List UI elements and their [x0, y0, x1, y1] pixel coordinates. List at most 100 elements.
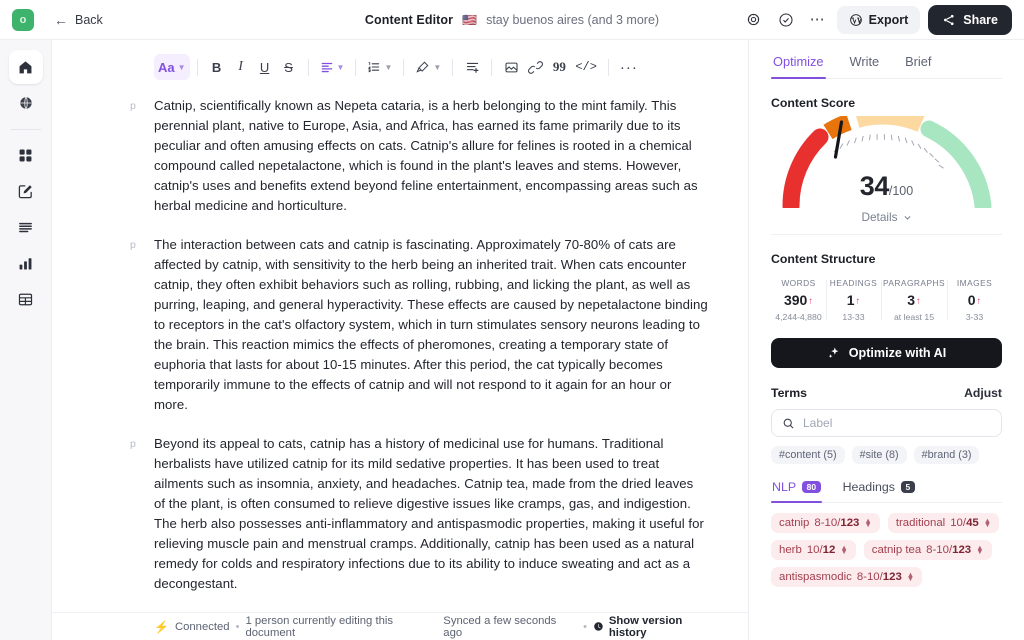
editor-column: Aa ▼ B I U S ▼ ▼ ▼ 99 </> ··· p Catnip, …: [52, 40, 748, 640]
term-label: catnip tea: [871, 544, 922, 556]
document-canvas[interactable]: p Catnip, scientifically known as Nepeta…: [52, 84, 748, 612]
terms-row: herb 10/12 ▲ ▼ catnip tea 8-10/123 ▲ ▼: [771, 540, 1002, 560]
version-history-label: Show version history: [608, 614, 683, 639]
paragraph-tag: p: [130, 100, 136, 112]
code-button[interactable]: </>: [571, 54, 601, 80]
term-stepper[interactable]: ▲ ▼: [864, 517, 871, 529]
status-check-button[interactable]: [773, 7, 799, 33]
tab-nlp[interactable]: NLP 80: [771, 478, 822, 503]
back-button[interactable]: ← Back: [54, 13, 103, 27]
chip-content[interactable]: #content (5): [771, 446, 845, 464]
term-chip-herb[interactable]: herb 10/12 ▲ ▼: [771, 540, 856, 560]
sidebar-item-content-editor[interactable]: [9, 174, 43, 208]
term-label: antispasmodic: [779, 571, 852, 583]
underline-button[interactable]: U: [253, 54, 277, 80]
structure-metric-words: WORDS 390↑ 4,244-4,880: [771, 278, 826, 322]
term-count: 8-10/123: [926, 544, 971, 556]
term-stepper[interactable]: ▲ ▼: [976, 544, 983, 556]
term-count-current: 10/: [950, 517, 967, 529]
highlight-button[interactable]: ▼: [411, 54, 445, 80]
term-stepper[interactable]: ▲ ▼: [907, 571, 914, 583]
version-history-button[interactable]: Show version history: [593, 615, 722, 639]
terms-header: Terms Adjust: [771, 386, 1002, 400]
term-stepper[interactable]: ▲ ▼: [840, 544, 847, 556]
terms-search-box[interactable]: [771, 409, 1002, 437]
metric-value: 0: [967, 292, 976, 308]
optimize-with-ai-label: Optimize with AI: [848, 346, 947, 360]
sidebar-item-globe[interactable]: [9, 86, 43, 120]
app-logo[interactable]: o: [12, 8, 34, 31]
paragraph-block[interactable]: p The interaction between cats and catni…: [52, 235, 748, 415]
clock-icon: [594, 622, 603, 631]
back-button-label: Back: [75, 12, 103, 27]
term-stepper[interactable]: ▲ ▼: [984, 517, 991, 529]
bold-button[interactable]: B: [205, 54, 229, 80]
toolbar-divider: [355, 58, 357, 76]
more-options-button[interactable]: ⋯: [805, 7, 831, 33]
metric-label: WORDS: [781, 278, 816, 288]
term-chip-antispasmodic[interactable]: antispasmodic 8-10/123 ▲ ▼: [771, 567, 923, 587]
details-button[interactable]: Details: [861, 210, 911, 224]
sidebar-item-home[interactable]: [8, 50, 43, 84]
term-chip-catnip[interactable]: catnip 8-10/123 ▲ ▼: [771, 513, 880, 533]
paragraph-block[interactable]: p Catnip, scientifically known as Nepeta…: [52, 96, 748, 216]
trend-up-icon: ↑: [916, 296, 921, 307]
sidebar-item-briefs[interactable]: [9, 210, 43, 244]
content-structure-grid: WORDS 390↑ 4,244-4,880 HEADINGS 1↑ 13-33…: [771, 278, 1002, 322]
image-icon: [505, 62, 518, 72]
metric-label: IMAGES: [956, 278, 993, 288]
align-button[interactable]: ▼: [316, 54, 349, 80]
metric-range: 3-33: [965, 312, 984, 322]
tab-nlp-badge: 80: [802, 481, 821, 493]
term-count: 10/45: [950, 517, 979, 529]
insert-link-button[interactable]: [523, 54, 547, 80]
term-count: 10/12: [807, 544, 836, 556]
tab-optimize[interactable]: Optimize: [771, 50, 826, 79]
export-button-label: Export: [868, 12, 909, 27]
italic-button[interactable]: I: [229, 54, 253, 80]
paragraph-text[interactable]: The interaction between cats and catnip …: [154, 235, 708, 415]
paragraph-text[interactable]: Catnip, scientifically known as Nepeta c…: [154, 96, 708, 216]
sidebar-item-tables[interactable]: [9, 282, 43, 316]
term-count-current: 10/: [806, 544, 823, 556]
trend-up-icon: ↑: [976, 296, 982, 307]
optimize-with-ai-button[interactable]: Optimize with AI: [771, 338, 1002, 368]
adjust-button[interactable]: Adjust: [964, 386, 1002, 400]
tab-headings[interactable]: Headings 5: [842, 478, 916, 502]
metric-value-wrap: 1↑: [828, 292, 879, 308]
chip-site[interactable]: #site (8): [851, 446, 907, 464]
paragraph-block[interactable]: p Beyond its appeal to cats, catnip has …: [52, 434, 748, 594]
sidebar-item-apps[interactable]: [9, 138, 43, 172]
chevron-down-icon: ▼: [177, 62, 186, 72]
toolbar-more-button[interactable]: ···: [616, 54, 642, 80]
sidebar-item-analytics[interactable]: [9, 246, 43, 280]
strikethrough-button[interactable]: S: [277, 54, 301, 80]
list-button[interactable]: ▼: [363, 54, 396, 80]
chip-brand[interactable]: #brand (3): [913, 446, 980, 464]
tab-brief[interactable]: Brief: [903, 50, 933, 78]
document-keywords[interactable]: stay buenos aires (and 3 more): [486, 13, 659, 27]
settings-button[interactable]: [741, 7, 767, 33]
metric-range: 13-33: [842, 312, 865, 322]
terms-list: catnip 8-10/123 ▲ ▼ traditional 10/45 ▲ ▼ …: [771, 513, 1002, 594]
export-button[interactable]: Export: [836, 5, 921, 34]
panel-tab-bar: Optimize Write Brief: [771, 40, 1002, 79]
term-label: herb: [779, 544, 802, 556]
editors-label: 1 person currently editing this document: [245, 614, 394, 639]
share-button[interactable]: Share: [928, 4, 1012, 35]
content-score-max: /100: [888, 184, 914, 198]
paragraph-text[interactable]: Beyond its appeal to cats, catnip has a …: [154, 434, 708, 594]
tab-write[interactable]: Write: [848, 50, 882, 78]
font-style-button[interactable]: Aa ▼: [154, 54, 190, 80]
trend-up-icon: ↑: [855, 296, 861, 307]
term-chip-traditional[interactable]: traditional 10/45 ▲ ▼: [887, 513, 1000, 533]
chevron-down-icon: [904, 215, 911, 220]
blockquote-button[interactable]: 99: [547, 54, 571, 80]
insert-line-button[interactable]: [460, 54, 484, 80]
terms-row: antispasmodic 8-10/123 ▲ ▼: [771, 567, 1002, 587]
term-chip-catnip-tea[interactable]: catnip tea 8-10/123 ▲ ▼: [863, 540, 992, 560]
ordered-list-icon: [368, 62, 380, 73]
insert-image-button[interactable]: [499, 54, 523, 80]
term-label: catnip: [779, 517, 810, 529]
search-input[interactable]: [803, 416, 991, 430]
